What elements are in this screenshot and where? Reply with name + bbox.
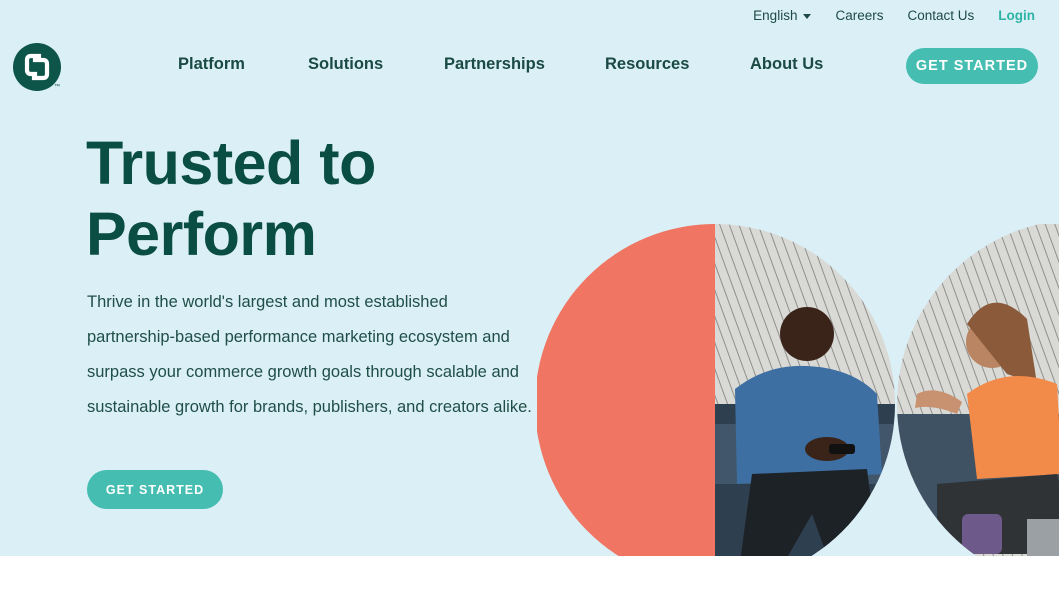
nav-resources[interactable]: Resources: [605, 55, 689, 74]
photo-circle-left: [537, 224, 895, 556]
hero-illustration: [537, 224, 1059, 556]
headline-line-2: Perform: [86, 200, 317, 268]
contact-us-link[interactable]: Contact Us: [907, 8, 974, 23]
hero-headline: Trusted to Perform: [86, 128, 526, 270]
login-link[interactable]: Login: [998, 8, 1035, 23]
caret-down-icon: [803, 13, 812, 19]
photo-circle-right: [897, 224, 1059, 556]
hero-description: Thrive in the world's largest and most e…: [87, 293, 532, 416]
nav-solutions[interactable]: Solutions: [308, 55, 383, 74]
get-started-button-header[interactable]: GET STARTED: [906, 48, 1038, 84]
nav-platform[interactable]: Platform: [178, 55, 245, 74]
nav-about-us[interactable]: About Us: [750, 55, 823, 74]
language-label: English: [753, 8, 798, 23]
person-man-shirt: [735, 365, 882, 484]
trademark-mark: ™: [54, 84, 60, 90]
language-selector[interactable]: English: [753, 8, 812, 23]
below-hero-section: [0, 556, 1059, 612]
careers-link[interactable]: Careers: [835, 8, 883, 23]
headline-line-1: Trusted to: [86, 129, 376, 197]
person-woman-shirt: [967, 376, 1059, 479]
person-man-head: [780, 307, 834, 361]
get-started-button-hero[interactable]: GET STARTED: [87, 470, 223, 509]
cj-logo-icon: [24, 53, 50, 81]
coral-half-circle: [537, 224, 715, 556]
utility-nav: English Careers Contact Us Login: [753, 8, 1035, 23]
nav-partnerships[interactable]: Partnerships: [444, 55, 545, 74]
hero-section: English Careers Contact Us Login ™ Platf…: [0, 0, 1059, 556]
